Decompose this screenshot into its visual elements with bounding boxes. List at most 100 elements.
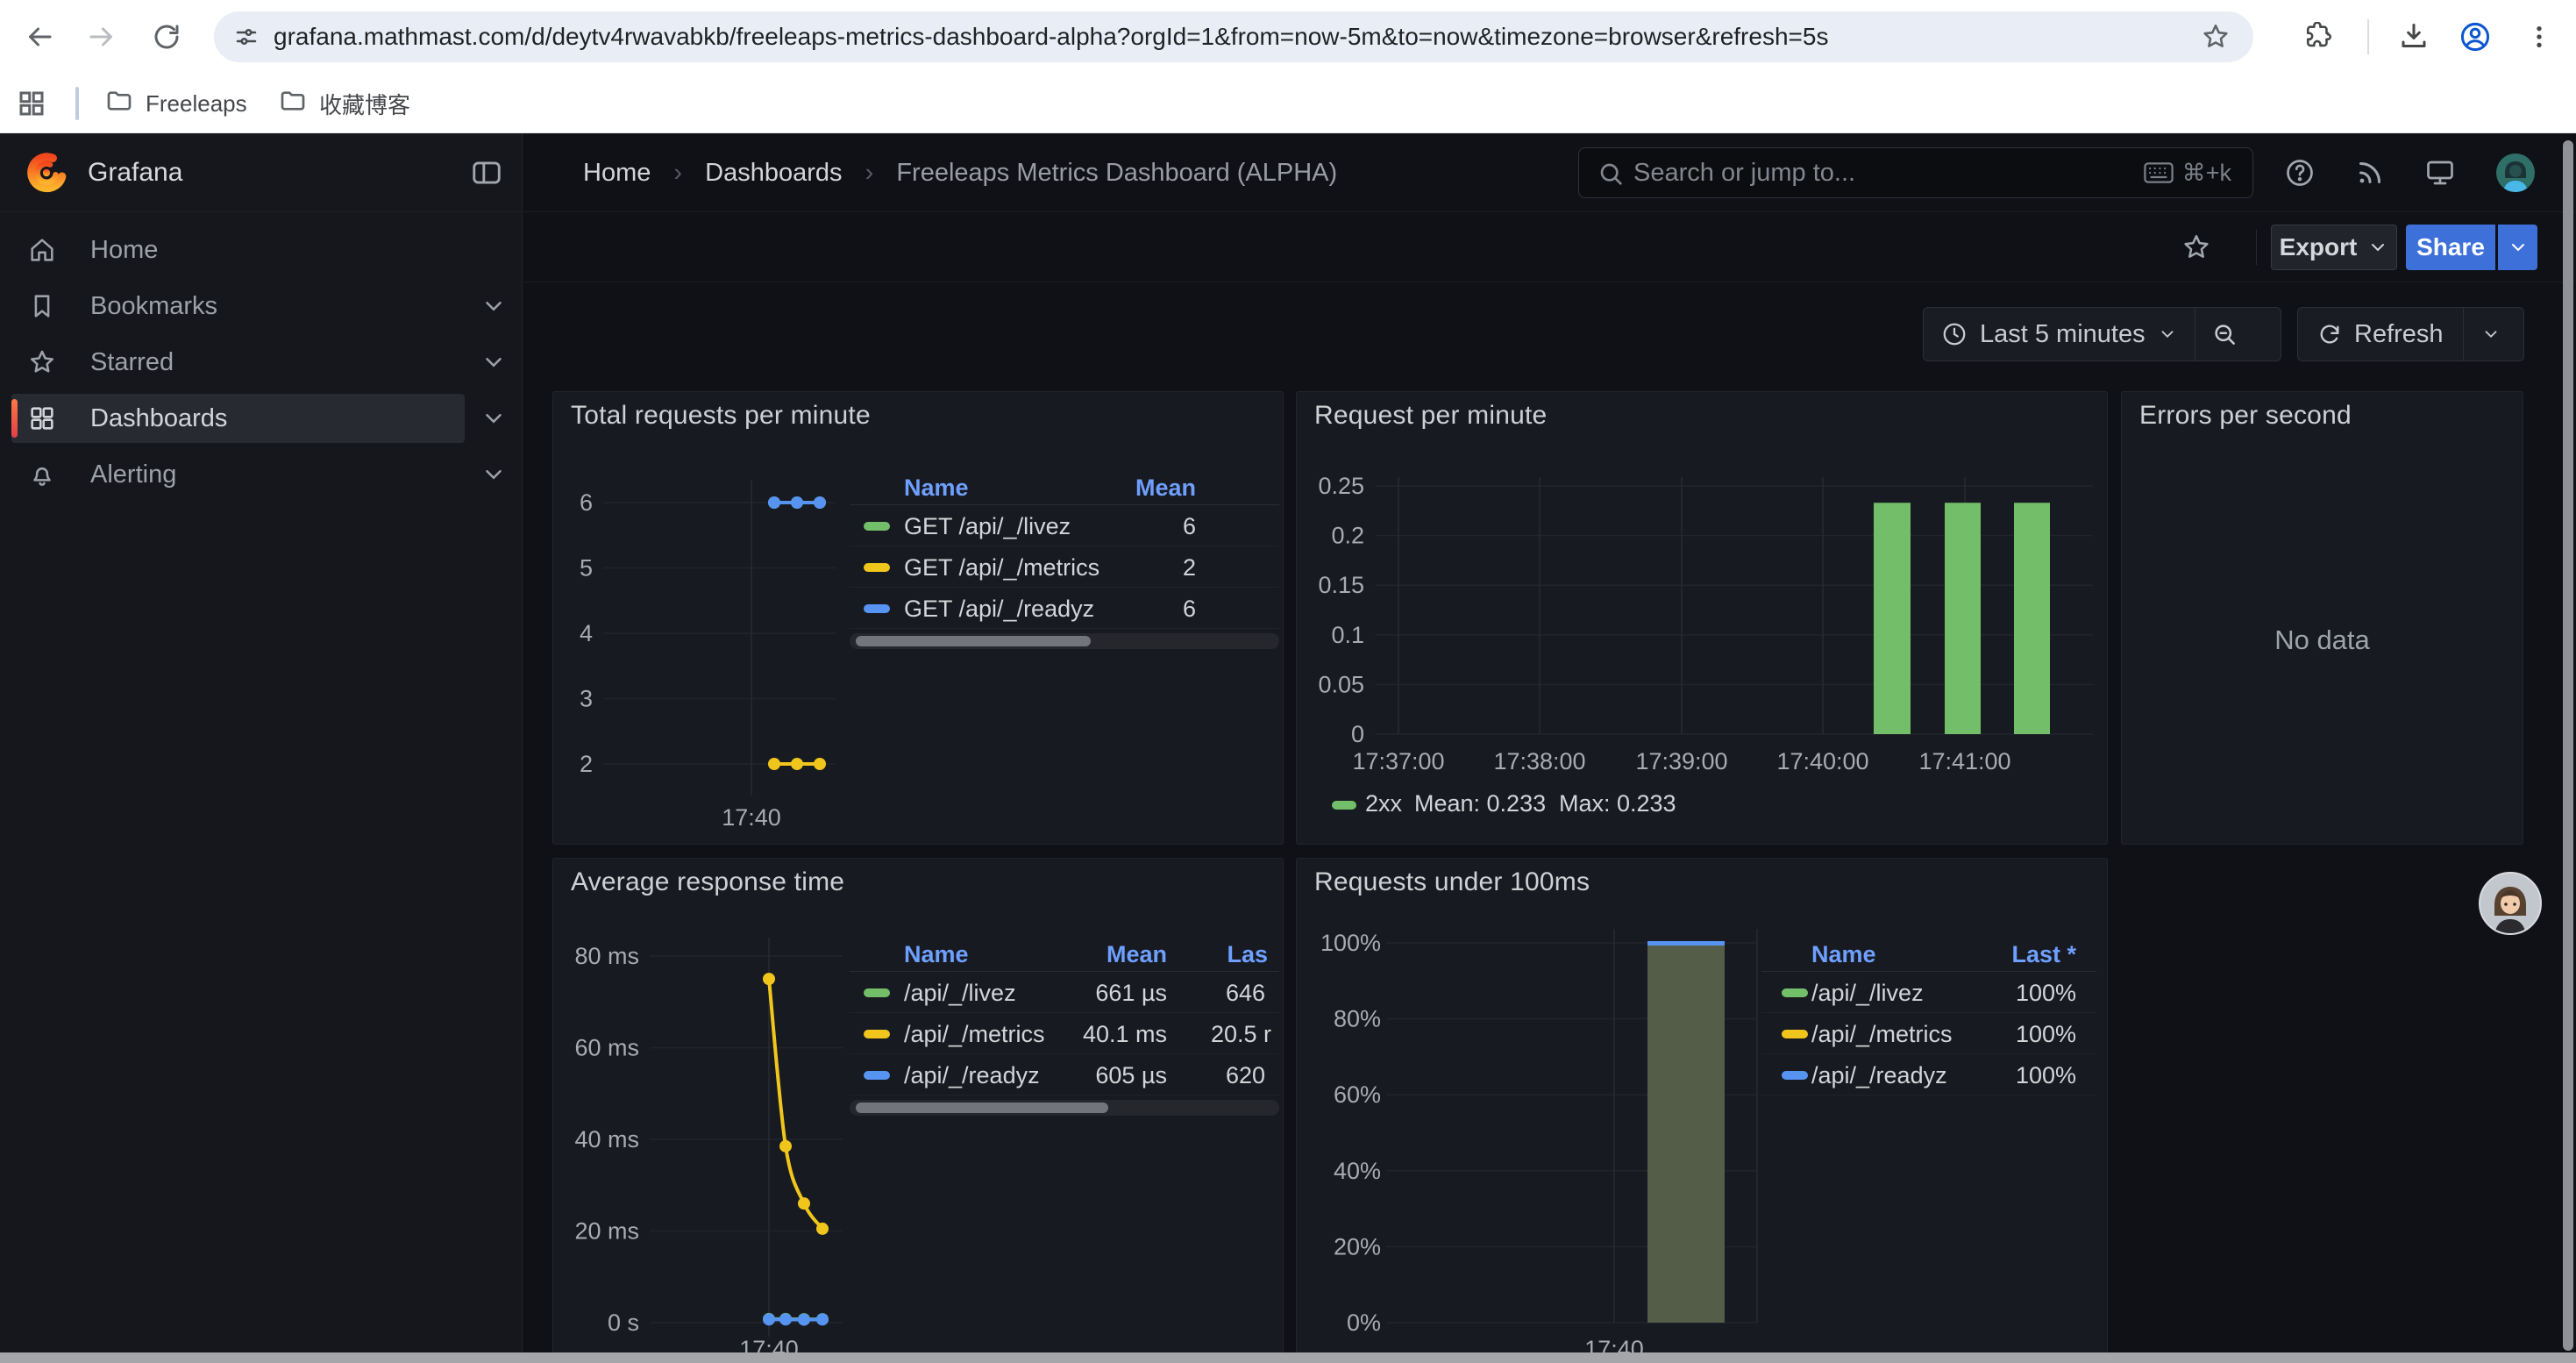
legend-row[interactable]: /api/_/metrics40.1 ms20.5 r [850, 1013, 1279, 1054]
panel-request-per-minute: Request per minute0.250.20.150.10.05017:… [1296, 391, 2108, 845]
bookmark-star-icon[interactable] [2201, 22, 2231, 56]
dashboards-icon [27, 403, 57, 440]
svg-text:0.25: 0.25 [1318, 473, 1364, 499]
user-avatar[interactable] [2496, 153, 2535, 196]
back-icon[interactable] [15, 12, 64, 61]
svg-text:0: 0 [1351, 721, 1364, 747]
screen: grafana.mathmast.com/d/deytv4rwavabkb/fr… [0, 0, 2576, 1363]
profile-icon[interactable] [2451, 12, 2500, 61]
legend-column-mean[interactable]: Mean [1107, 941, 1167, 968]
refresh-icon [2317, 322, 2342, 346]
extensions-icon[interactable] [2295, 12, 2344, 61]
legend-column-name[interactable]: Name [1811, 941, 1876, 968]
news-icon[interactable] [2354, 157, 2386, 189]
monitor-icon[interactable] [2424, 157, 2456, 189]
legend-row[interactable]: GET /api/_/metrics2 [850, 546, 1279, 588]
bookmark-folder-blogs[interactable]: 收藏博客 [279, 74, 410, 133]
series-name: /api/_/metrics [904, 1021, 1045, 1048]
legend-row[interactable]: /api/_/livez661 µs646 [850, 972, 1279, 1013]
vertical-scrollbar[interactable] [2563, 140, 2573, 1351]
breadcrumb-home[interactable]: Home [583, 159, 651, 187]
series-color-pill [864, 563, 890, 572]
bookmarks-icon [27, 291, 57, 328]
refresh-interval-button[interactable] [2464, 308, 2518, 360]
panel-title[interactable]: Average response time [571, 867, 844, 897]
url-text[interactable]: grafana.mathmast.com/d/deytv4rwavabkb/fr… [274, 11, 2185, 62]
legend-column-name[interactable]: Name [904, 475, 969, 502]
svg-text:17:39:00: 17:39:00 [1635, 748, 1727, 774]
series-color-pill [864, 522, 890, 531]
refresh-button[interactable]: Refresh [2298, 308, 2463, 360]
share-button[interactable]: Share [2406, 225, 2495, 270]
svg-text:17:37:00: 17:37:00 [1352, 748, 1444, 774]
floating-avatar[interactable] [2479, 872, 2542, 935]
apps-grid-icon[interactable] [16, 88, 47, 124]
panel-title[interactable]: Errors per second [2139, 401, 2352, 431]
svg-text:4: 4 [580, 620, 593, 646]
legend-row[interactable]: /api/_/livez100% [1761, 972, 2096, 1013]
sidebar-item-home[interactable]: Home [11, 225, 465, 275]
subheader-divider [2256, 230, 2257, 265]
legend-scrollbar-thumb[interactable] [856, 636, 1091, 646]
legend-column-name[interactable]: Name [904, 941, 969, 968]
series-name: /api/_/livez [904, 980, 1016, 1007]
series-value: 2 [1183, 554, 1196, 582]
browser-menu-icon[interactable] [2515, 12, 2564, 61]
legend-column-las[interactable]: Las [1227, 941, 1268, 968]
url-bar[interactable]: grafana.mathmast.com/d/deytv4rwavabkb/fr… [214, 11, 2253, 62]
svg-text:0%: 0% [1347, 1309, 1381, 1336]
dock-sidebar-icon[interactable] [470, 156, 503, 194]
series-stat: Max: 0.233 [1559, 790, 1676, 817]
legend-scrollbar[interactable] [850, 1100, 1279, 1116]
bookmark-folder-freeleaps[interactable]: Freeleaps [105, 74, 247, 133]
grafana-logo[interactable] [25, 151, 68, 199]
series-value: 605 µs [1095, 1062, 1167, 1089]
zoom-out-icon [2211, 321, 2238, 347]
breadcrumb-dashboards[interactable]: Dashboards [705, 159, 842, 187]
search-input[interactable]: Search or jump to... ⌘+k [1578, 147, 2253, 198]
chevron-down-icon[interactable] [480, 405, 507, 432]
legend-scrollbar-thumb[interactable] [856, 1103, 1108, 1113]
panel-title[interactable]: Request per minute [1314, 401, 1547, 431]
legend-inline[interactable]: 2xxMean: 0.233Max: 0.233 [1297, 790, 2107, 820]
svg-text:17:41:00: 17:41:00 [1918, 748, 2010, 774]
sidebar-item-dashboards[interactable]: Dashboards [11, 394, 465, 443]
panel-title[interactable]: Requests under 100ms [1314, 867, 1590, 897]
series-color-pill [1332, 801, 1356, 810]
chevron-down-icon [2508, 237, 2529, 258]
panel-star-icon[interactable] [2181, 232, 2211, 267]
svg-text:3: 3 [580, 686, 593, 712]
site-info-icon[interactable] [233, 24, 260, 54]
share-menu-button[interactable] [2498, 225, 2537, 270]
reload-icon[interactable] [142, 12, 191, 61]
svg-text:0.1: 0.1 [1331, 622, 1364, 648]
sidebar-item-alerting[interactable]: Alerting [11, 450, 465, 499]
series-value: 6 [1183, 596, 1196, 623]
help-icon[interactable] [2284, 157, 2316, 189]
series-color-pill [864, 1030, 890, 1038]
legend-scrollbar[interactable] [850, 633, 1279, 649]
zoom-out-button[interactable] [2195, 308, 2253, 360]
sidebar-item-bookmarks[interactable]: Bookmarks [11, 282, 465, 331]
no-data-label: No data [2122, 624, 2523, 656]
chevron-down-icon[interactable] [480, 461, 507, 488]
time-range-picker[interactable]: Last 5 minutes [1924, 308, 2195, 360]
time-controls: Last 5 minutes [1923, 307, 2281, 361]
panel-average-response-time: Average response time80 ms60 ms40 ms20 m… [552, 858, 1284, 1363]
sidebar-item-starred[interactable]: Starred [11, 338, 465, 387]
chevron-down-icon[interactable] [480, 293, 507, 319]
panel-total-requests-per-minute: Total requests per minute6543217:40NameM… [552, 391, 1284, 845]
legend-row[interactable]: /api/_/readyz605 µs620 [850, 1054, 1279, 1095]
legend-column-mean[interactable]: Mean [1135, 475, 1196, 502]
svg-text:60%: 60% [1334, 1081, 1381, 1108]
legend-row[interactable]: /api/_/metrics100% [1761, 1013, 2096, 1054]
download-icon[interactable] [2389, 12, 2438, 61]
legend-row[interactable]: GET /api/_/livez6 [850, 505, 1279, 546]
legend-column-last-[interactable]: Last * [2011, 941, 2076, 968]
legend-row[interactable]: GET /api/_/readyz6 [850, 588, 1279, 629]
panel-title[interactable]: Total requests per minute [571, 401, 871, 431]
legend-row[interactable]: /api/_/readyz100% [1761, 1054, 2096, 1095]
series-value: 100% [2016, 1062, 2076, 1089]
chevron-down-icon[interactable] [480, 349, 507, 375]
export-button[interactable]: Export [2271, 225, 2397, 270]
